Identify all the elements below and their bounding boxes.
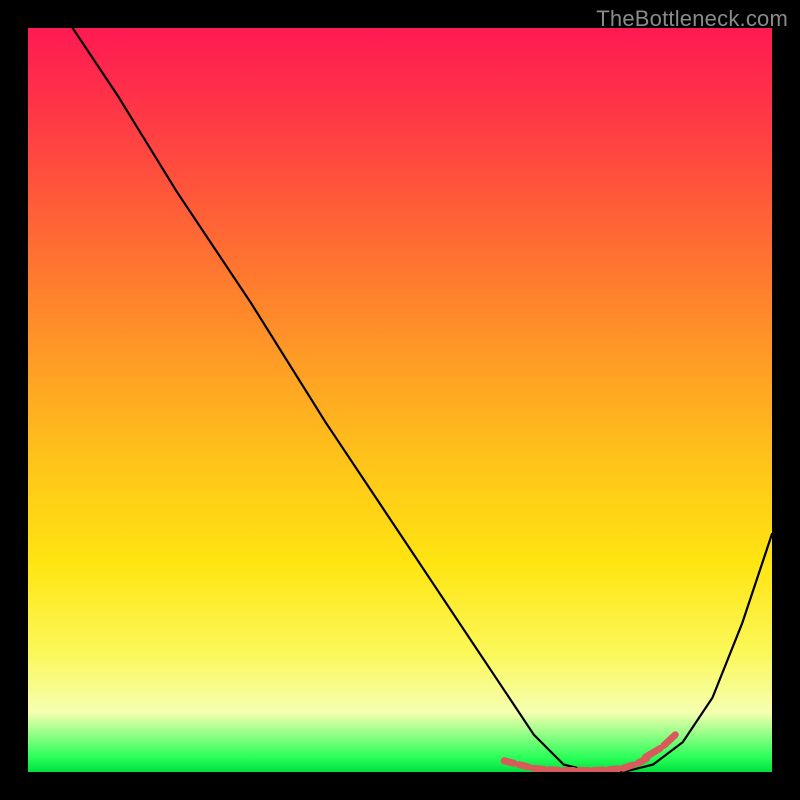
chart-svg <box>28 28 772 772</box>
chart-frame: TheBottleneck.com <box>0 0 800 800</box>
watermark-text: TheBottleneck.com <box>596 6 788 32</box>
optimal-marker-dot <box>646 748 661 757</box>
plot-area <box>28 28 772 772</box>
optimal-marker-dot <box>664 735 675 745</box>
bottleneck-curve <box>73 28 772 772</box>
